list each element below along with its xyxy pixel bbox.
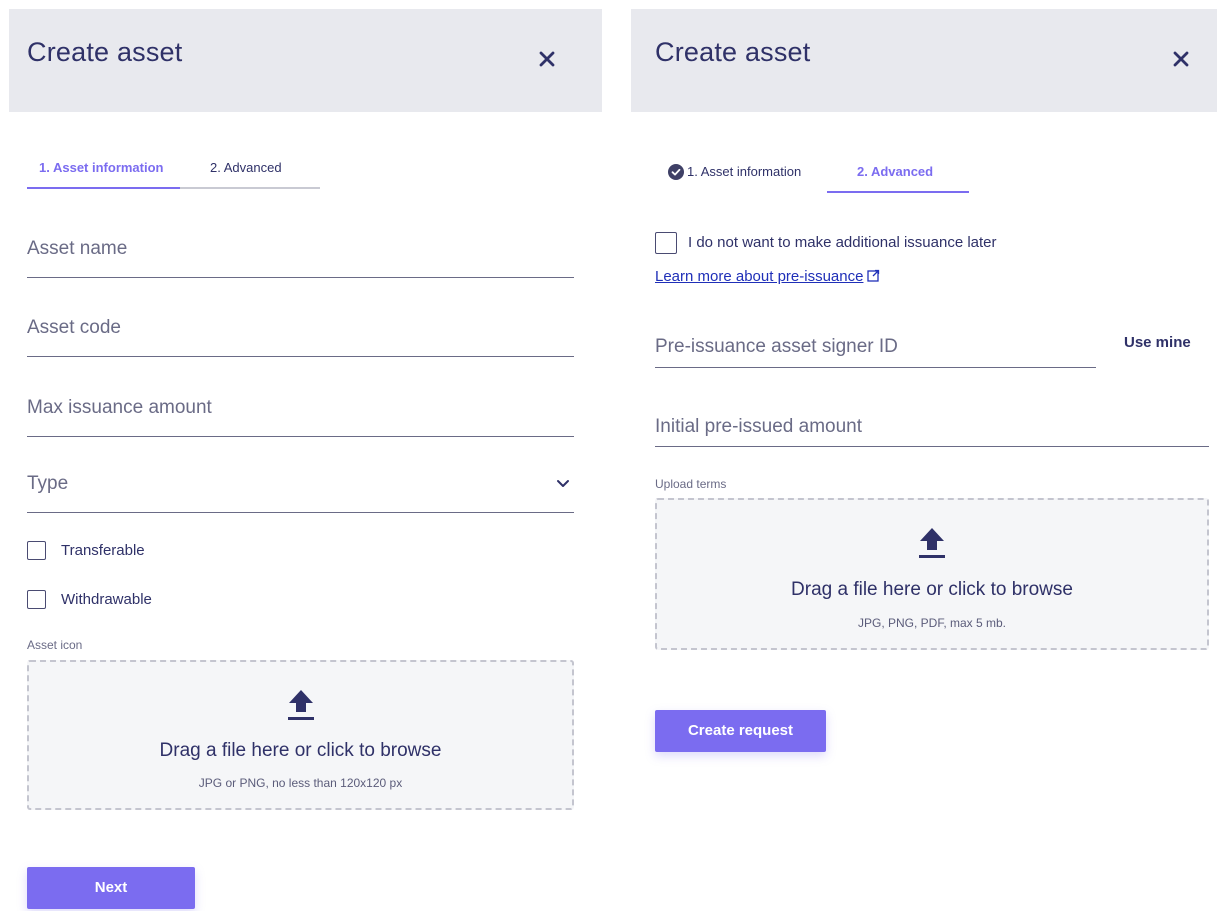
type-select[interactable]: Type <box>27 473 574 513</box>
create-asset-dialog-step2: Create asset 1. Asset information 2. Adv… <box>631 0 1217 911</box>
signer-id-field[interactable]: Pre-issuance asset signer ID <box>655 336 1096 376</box>
asset-icon-label: Asset icon <box>27 638 83 652</box>
max-issuance-field[interactable]: Max issuance amount <box>27 397 574 437</box>
transferable-checkbox[interactable]: Transferable <box>27 541 227 563</box>
tab-asset-information[interactable]: 1. Asset information <box>39 160 163 175</box>
withdrawable-label: Withdrawable <box>61 591 152 608</box>
signer-id-placeholder: Pre-issuance asset signer ID <box>655 336 898 357</box>
type-placeholder: Type <box>27 473 69 494</box>
dropzone-hint: JPG or PNG, no less than 120x120 px <box>198 776 403 790</box>
asset-code-field[interactable]: Asset code <box>27 317 574 357</box>
no-additional-issuance-label: I do not want to make additional issuanc… <box>688 234 997 251</box>
dialog-header: Create asset <box>9 9 602 112</box>
tab-active-indicator <box>27 187 180 189</box>
asset-name-placeholder: Asset name <box>27 238 128 259</box>
upload-icon <box>287 690 314 720</box>
close-button[interactable] <box>537 49 557 69</box>
tab-advanced[interactable]: 2. Advanced <box>857 164 933 179</box>
no-additional-issuance-checkbox[interactable]: I do not want to make additional issuanc… <box>655 232 1075 254</box>
dropzone-title: Drag a file here or click to browse <box>159 740 442 761</box>
check-circle-icon <box>668 164 684 180</box>
initial-amount-field[interactable]: Initial pre-issued amount <box>655 416 1209 456</box>
asset-code-placeholder: Asset code <box>27 317 121 338</box>
dialog-header: Create asset <box>631 9 1217 112</box>
max-issuance-placeholder: Max issuance amount <box>27 397 212 418</box>
checkbox-box[interactable] <box>27 590 46 609</box>
checkbox-box[interactable] <box>655 232 677 254</box>
transferable-label: Transferable <box>61 542 145 559</box>
tab-active-indicator <box>827 191 969 193</box>
create-asset-dialog-step1: Create asset 1. Asset information 2. Adv… <box>9 0 602 911</box>
initial-amount-placeholder: Initial pre-issued amount <box>655 416 862 437</box>
asset-name-field[interactable]: Asset name <box>27 238 574 278</box>
close-icon <box>1173 51 1189 67</box>
next-button[interactable]: Next <box>27 867 195 909</box>
withdrawable-checkbox[interactable]: Withdrawable <box>27 590 227 612</box>
close-icon <box>539 51 555 67</box>
close-button[interactable] <box>1171 49 1191 69</box>
upload-terms-label: Upload terms <box>655 477 727 491</box>
asset-icon-dropzone[interactable]: Drag a file here or click to browse JPG … <box>27 660 574 810</box>
dialog-title: Create asset <box>27 37 183 67</box>
tab-asset-information[interactable]: 1. Asset information <box>687 164 801 179</box>
upload-terms-dropzone[interactable]: Drag a file here or click to browse JPG,… <box>655 498 1209 650</box>
use-mine-button[interactable]: Use mine <box>1124 334 1191 351</box>
tab-advanced[interactable]: 2. Advanced <box>210 160 282 175</box>
create-request-button[interactable]: Create request <box>655 710 826 752</box>
dropzone-title: Drag a file here or click to browse <box>791 579 1073 600</box>
dropzone-hint: JPG, PNG, PDF, max 5 mb. <box>857 616 1007 630</box>
dialog-title: Create asset <box>655 37 811 67</box>
checkbox-box[interactable] <box>27 541 46 560</box>
external-link-icon <box>867 269 880 282</box>
chevron-down-icon <box>557 480 569 487</box>
upload-icon <box>919 528 945 558</box>
learn-more-link[interactable]: Learn more about pre-issuance <box>655 268 880 285</box>
